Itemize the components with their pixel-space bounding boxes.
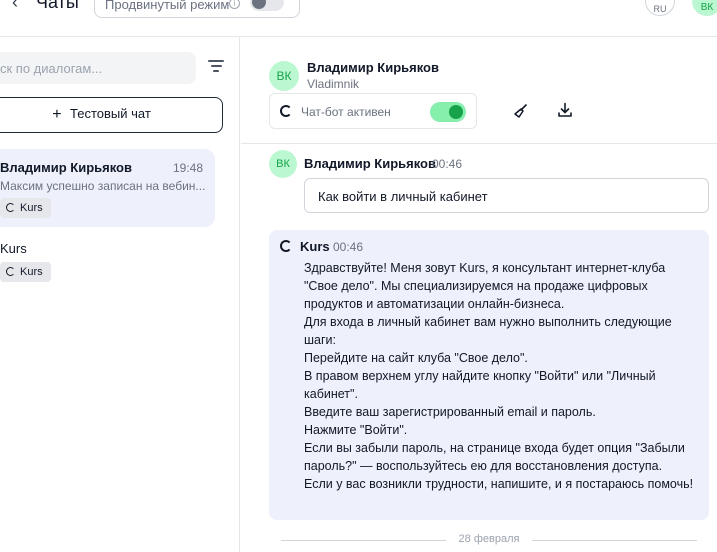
chat-time: 19:48 <box>172 161 203 175</box>
language-button[interactable]: RU <box>645 0 675 16</box>
chat-list-item[interactable]: Владимир Кирьяков 19:48 Максим успешно з… <box>0 149 215 227</box>
bot-logo-icon <box>6 203 15 212</box>
message-line: В правом верхнем углу найдите кнопку "Во… <box>304 369 656 401</box>
chatbot-status-label: Чат-бот активен <box>301 105 391 119</box>
new-test-chat-button[interactable]: + Тестовый чат <box>0 97 223 133</box>
message-line: Перейдите на сайт клуба "Свое дело". <box>304 351 528 365</box>
message-author: Владимир Кирьяков <box>304 156 436 171</box>
message-text: Как войти в личный кабинет <box>318 189 488 204</box>
chat-preview: Максим успешно записан на вебин... <box>0 179 206 193</box>
contact-avatar: ВК <box>269 61 299 91</box>
conversation-panel: ВК Владимир Кирьяков Vladimnik Чат-бот а… <box>241 37 717 552</box>
chatbot-toggle[interactable] <box>430 102 466 122</box>
info-icon[interactable]: i <box>229 0 240 9</box>
bot-logo-icon <box>280 105 292 117</box>
message-line: Здравствуйте! Меня зовут Kurs, я консуль… <box>304 261 666 311</box>
chat-name: Kurs <box>0 241 27 256</box>
bot-tag: Kurs <box>0 262 51 282</box>
message-time: 00:46 <box>333 240 364 254</box>
advanced-mode-label: Продвинутый режим <box>105 0 230 12</box>
message-line: Введите ваш зарегистрированный email и п… <box>304 405 596 419</box>
bot-logo-icon <box>280 240 292 252</box>
chat-list-item[interactable]: Kurs Kurs <box>0 230 215 290</box>
search-placeholder: ск по диалогам... <box>0 61 103 76</box>
date-separator: 28 февраля <box>281 532 697 548</box>
advanced-mode-switch[interactable] <box>250 0 284 11</box>
contact-username: Vladimnik <box>307 77 360 91</box>
new-chat-label: Тестовый чат <box>70 106 151 121</box>
message-avatar: ВК <box>269 150 297 178</box>
message-author: Kurs <box>300 239 330 254</box>
bot-logo-icon <box>6 267 15 276</box>
chat-name: Владимир Кирьяков <box>0 160 132 175</box>
message-line: Для входа в личный кабинет вам нужно вып… <box>304 315 672 347</box>
chatbot-status: Чат-бот активен <box>269 93 477 129</box>
page-title: Чаты <box>36 0 79 12</box>
bot-message-bubble: Kurs 00:46 Здравствуйте! Меня зовут Kurs… <box>269 230 709 520</box>
broom-icon[interactable] <box>513 103 529 119</box>
message-text: Здравствуйте! Меня зовут Kurs, я консуль… <box>304 259 696 493</box>
user-message-bubble: Как войти в личный кабинет <box>304 178 709 213</box>
top-bar: ‹ Чаты Продвинутый режим i RU ВК <box>0 0 717 24</box>
message-time: 00:46 <box>432 157 463 171</box>
plus-icon: + <box>52 106 62 123</box>
message-line: Если у вас возникли трудности, напишите,… <box>304 477 694 491</box>
filter-icon[interactable] <box>208 60 224 74</box>
bot-tag: Kurs <box>0 198 51 218</box>
search-input[interactable]: ск по диалогам... <box>0 52 196 84</box>
advanced-mode-toggle[interactable]: Продвинутый режим i <box>94 0 300 18</box>
user-avatar[interactable]: ВК <box>692 0 717 16</box>
divider <box>241 143 717 144</box>
download-icon[interactable] <box>557 102 573 118</box>
contact-name: Владимир Кирьяков <box>307 60 439 75</box>
date-label: 28 февраля <box>458 533 520 545</box>
message-line: Если вы забыли пароль, на странице входа… <box>304 441 685 473</box>
chat-list-sidebar: ск по диалогам... + Тестовый чат Владими… <box>0 37 240 552</box>
message-line: Нажмите "Войти". <box>304 423 408 437</box>
chevron-left-icon[interactable]: ‹ <box>12 0 18 13</box>
